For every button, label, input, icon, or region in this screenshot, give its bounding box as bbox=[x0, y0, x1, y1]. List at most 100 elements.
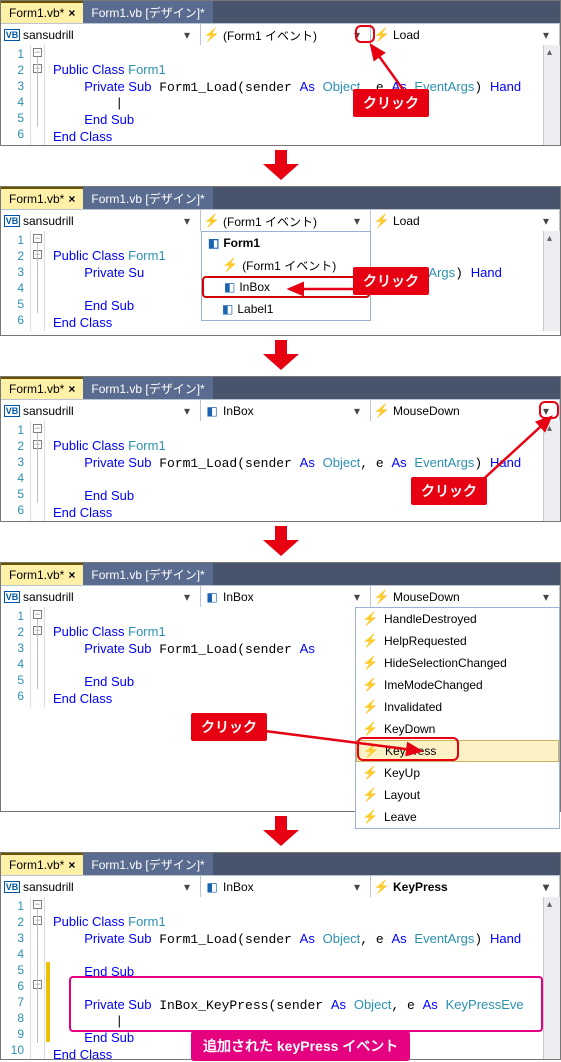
event-item-hideselectionchanged[interactable]: ⚡HideSelectionChanged bbox=[356, 652, 559, 674]
chevron-down-icon[interactable]: ▾ bbox=[178, 880, 196, 894]
bolt-icon: ⚡ bbox=[362, 633, 376, 649]
chevron-down-icon[interactable]: ▾ bbox=[537, 880, 555, 894]
event-selector[interactable]: ⚡ Load▾ bbox=[371, 210, 560, 232]
tab-form-design[interactable]: Form1.vb [デザイン]* bbox=[83, 187, 212, 209]
line-gutter: 123 456 bbox=[1, 607, 31, 707]
added-event-label: 追加された keyPress イベント bbox=[191, 1031, 410, 1061]
scrollbar-vertical[interactable]: ▴ bbox=[543, 45, 560, 145]
class-selector[interactable]: VB sansudrill ▾ bbox=[1, 24, 201, 46]
chevron-down-icon[interactable]: ▾ bbox=[178, 590, 196, 604]
code-area[interactable]: Public Class Form1 Private Sub Form1_Loa… bbox=[51, 45, 543, 145]
class-selector[interactable]: VB sansudrill▾ bbox=[1, 586, 201, 608]
bolt-icon: ⚡ bbox=[362, 809, 376, 825]
collapse-icon[interactable] bbox=[33, 234, 42, 243]
scrollbar-vertical[interactable]: ▴ bbox=[543, 231, 560, 331]
event-dropdown-menu: ⚡HandleDestroyed ⚡HelpRequested ⚡HideSel… bbox=[355, 607, 560, 829]
chevron-down-icon[interactable]: ▾ bbox=[537, 214, 555, 228]
chevron-down-icon[interactable]: ▾ bbox=[178, 404, 196, 418]
tab-form-design[interactable]: Form1.vb [デザイン]* bbox=[83, 853, 212, 875]
outline-gutter bbox=[31, 45, 45, 145]
event-selector[interactable]: ⚡ MouseDown▾ ⚡HandleDestroyed ⚡HelpReque… bbox=[371, 586, 560, 608]
collapse-icon[interactable] bbox=[33, 48, 42, 57]
bolt-icon: ⚡ bbox=[362, 787, 376, 803]
object-selector[interactable]: ⚡ (Form1 イベント)▾ ◧ Form1 ⚡ (Form1 イベント) ◧… bbox=[201, 210, 371, 232]
component-icon: ◧ bbox=[205, 880, 219, 894]
chevron-down-icon[interactable]: ▾ bbox=[348, 880, 366, 894]
object-selector[interactable]: ⚡ (Form1 イベント) ▾ bbox=[201, 24, 371, 46]
bolt-icon: ⚡ bbox=[222, 257, 238, 273]
bolt-icon: ⚡ bbox=[362, 611, 376, 627]
object-selector[interactable]: ◧ InBox▾ bbox=[201, 586, 371, 608]
collapse-icon[interactable] bbox=[33, 610, 42, 619]
tab-form-code[interactable]: Form1.vb*× bbox=[1, 377, 83, 399]
callout-click: クリック bbox=[353, 267, 429, 295]
tab-form-code[interactable]: Form1.vb*× bbox=[1, 563, 83, 585]
step-arrow-icon bbox=[0, 526, 561, 556]
chevron-down-icon[interactable]: ▾ bbox=[348, 214, 366, 228]
line-gutter: 123 456 bbox=[1, 45, 31, 145]
tab-form-design[interactable]: Form1.vb [デザイン]* bbox=[83, 563, 212, 585]
bolt-icon: ⚡ bbox=[205, 214, 219, 228]
tab-strip: Form1.vb* × Form1.vb [デザイン]* bbox=[1, 1, 560, 23]
chevron-down-icon[interactable]: ▾ bbox=[348, 404, 366, 418]
step-arrow-icon bbox=[0, 150, 561, 180]
component-icon: ◧ bbox=[205, 404, 219, 418]
dropdown-item-form1-events[interactable]: ⚡ (Form1 イベント) bbox=[202, 254, 370, 276]
event-item-layout[interactable]: ⚡Layout bbox=[356, 784, 559, 806]
vb-icon: VB bbox=[4, 591, 21, 603]
class-selector[interactable]: VB sansudrill▾ bbox=[1, 876, 201, 898]
line-gutter: 123 456 bbox=[1, 231, 31, 331]
chevron-down-icon[interactable]: ▾ bbox=[537, 590, 555, 604]
bolt-icon: ⚡ bbox=[375, 214, 389, 228]
class-selector[interactable]: VB sansudrill▾ bbox=[1, 400, 201, 422]
collapse-icon[interactable] bbox=[33, 900, 42, 909]
object-selector-text: (Form1 イベント) bbox=[223, 27, 317, 44]
tab-label: Form1.vb [デザイン]* bbox=[91, 4, 204, 21]
collapse-icon[interactable] bbox=[33, 424, 42, 433]
chevron-down-icon[interactable]: ▾ bbox=[348, 28, 366, 42]
vb-icon: VB bbox=[4, 215, 21, 227]
step-arrow-icon bbox=[0, 340, 561, 370]
object-selector[interactable]: ◧ InBox▾ bbox=[201, 400, 371, 422]
component-icon: ◧ bbox=[222, 302, 233, 316]
object-selector[interactable]: ◧ InBox▾ bbox=[201, 876, 371, 898]
event-item-leave[interactable]: ⚡Leave bbox=[356, 806, 559, 828]
event-item-helprequested[interactable]: ⚡HelpRequested bbox=[356, 630, 559, 652]
line-gutter: 123 456 bbox=[1, 421, 31, 521]
close-icon[interactable]: × bbox=[68, 6, 75, 20]
vb-icon: VB bbox=[4, 881, 21, 893]
chevron-down-icon[interactable]: ▾ bbox=[537, 28, 555, 42]
bolt-icon: ⚡ bbox=[375, 880, 389, 894]
vb-icon: VB bbox=[4, 405, 21, 417]
class-selector[interactable]: VB sansudrill▾ bbox=[1, 210, 201, 232]
chevron-down-icon[interactable]: ▾ bbox=[178, 28, 196, 42]
close-icon[interactable]: × bbox=[68, 568, 75, 582]
scrollbar-vertical[interactable]: ▴ bbox=[543, 897, 560, 1059]
bolt-icon: ⚡ bbox=[362, 699, 376, 715]
tab-form-code[interactable]: Form1.vb*× bbox=[1, 187, 83, 209]
component-icon: ◧ bbox=[224, 280, 235, 294]
scroll-up-icon[interactable]: ▴ bbox=[547, 47, 552, 58]
tab-form-code[interactable]: Form1.vb* × bbox=[1, 1, 83, 23]
tab-form-code[interactable]: Form1.vb*× bbox=[1, 853, 83, 875]
callout-click: クリック bbox=[191, 713, 267, 741]
chevron-down-icon[interactable]: ▾ bbox=[348, 590, 366, 604]
tab-form-design[interactable]: Form1.vb [デザイン]* bbox=[83, 377, 212, 399]
event-item-invalidated[interactable]: ⚡Invalidated bbox=[356, 696, 559, 718]
callout-click: クリック bbox=[411, 477, 487, 505]
dropdown-item-form1[interactable]: ◧ Form1 bbox=[202, 232, 370, 254]
bolt-icon: ⚡ bbox=[375, 404, 389, 418]
close-icon[interactable]: × bbox=[68, 192, 75, 206]
close-icon[interactable]: × bbox=[68, 858, 75, 872]
event-selector[interactable]: ⚡ KeyPress▾ bbox=[371, 876, 560, 898]
event-item-handledestroyed[interactable]: ⚡HandleDestroyed bbox=[356, 608, 559, 630]
chevron-down-icon[interactable]: ▾ bbox=[178, 214, 196, 228]
class-selector-text: sansudrill bbox=[23, 28, 74, 42]
event-item-imemodechanged[interactable]: ⚡ImeModeChanged bbox=[356, 674, 559, 696]
dropdown-bar: VB sansudrill ▾ ⚡ (Form1 イベント) ▾ ⚡ Load … bbox=[1, 23, 560, 45]
close-icon[interactable]: × bbox=[68, 382, 75, 396]
bolt-icon: ⚡ bbox=[362, 655, 376, 671]
component-icon: ◧ bbox=[208, 236, 219, 250]
tab-label: Form1.vb* bbox=[9, 6, 64, 20]
tab-form-design[interactable]: Form1.vb [デザイン]* bbox=[83, 1, 212, 23]
